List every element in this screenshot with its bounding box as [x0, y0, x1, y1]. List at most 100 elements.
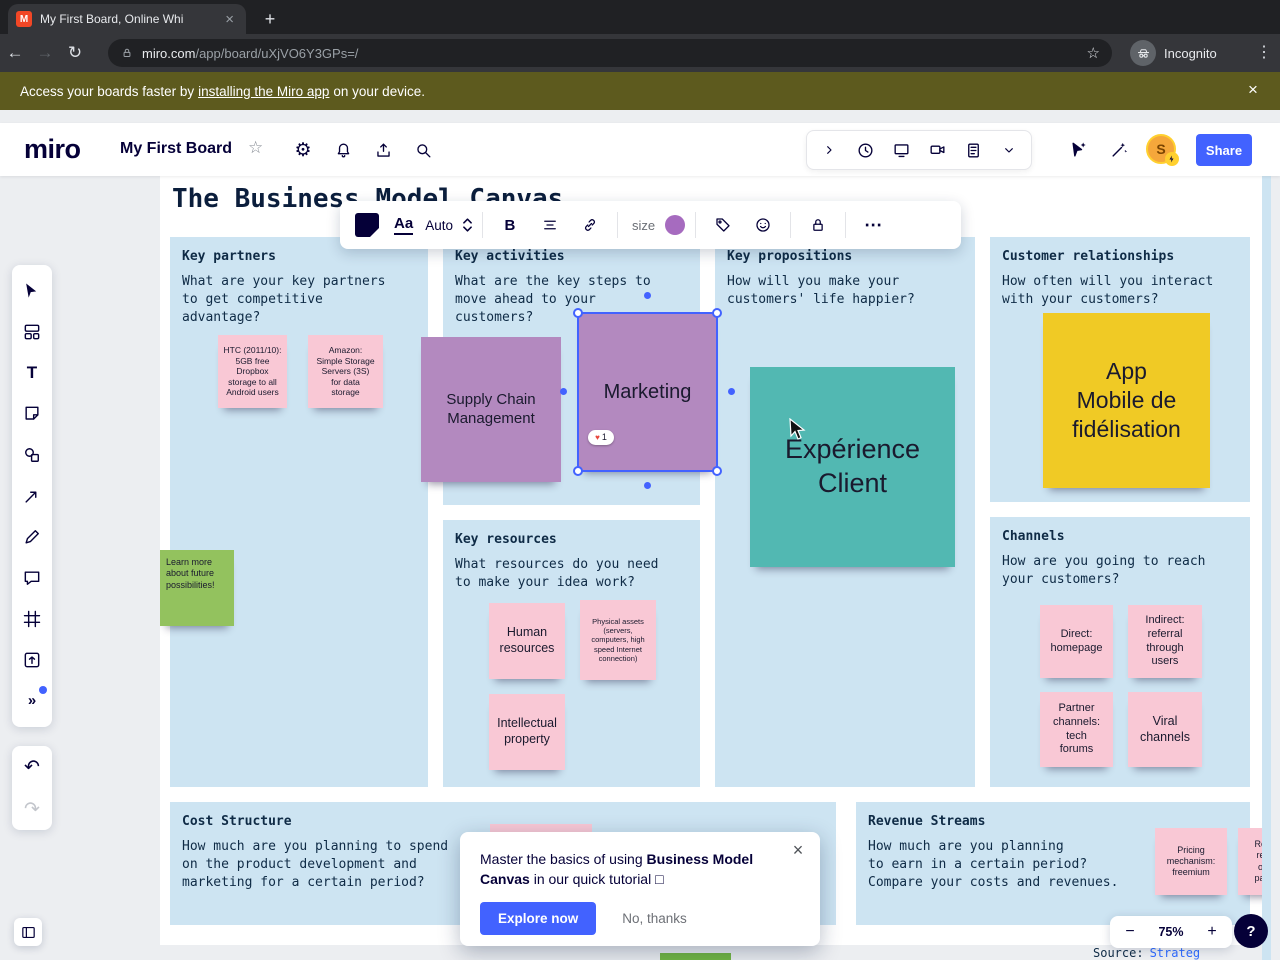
- align-dot-left[interactable]: [560, 388, 567, 395]
- avatar[interactable]: S: [1146, 134, 1179, 166]
- sticky-note-app-mobile[interactable]: App Mobile de fidélisation: [1043, 313, 1210, 488]
- board-title[interactable]: My First Board: [120, 140, 232, 158]
- expand-tools-button[interactable]: [814, 135, 844, 165]
- section-question: How are you going to reach your customer…: [1002, 554, 1206, 587]
- redo-button: [15, 792, 49, 826]
- sticky-note-partner-channels[interactable]: Partner channels: tech forums: [1040, 692, 1113, 767]
- undo-button[interactable]: [15, 750, 49, 784]
- sticky-note-indirect-referral[interactable]: Indirect: referral through users: [1128, 605, 1202, 678]
- reaction-badge[interactable]: 1: [588, 430, 614, 445]
- bold-button[interactable]: B: [493, 208, 527, 242]
- adjacent-board-section: [1262, 176, 1271, 960]
- explore-now-button[interactable]: Explore now: [480, 902, 597, 935]
- sticky-note-amazon[interactable]: Amazon: Simple Storage Servers (3S) for …: [308, 335, 383, 408]
- section-title: Revenue Streams: [868, 814, 986, 829]
- back-icon[interactable]: [0, 43, 30, 63]
- browser-menu-icon[interactable]: [1252, 42, 1276, 62]
- frames-panel-button[interactable]: [14, 918, 42, 946]
- timer-button[interactable]: [850, 135, 880, 165]
- tab-close-icon[interactable]: [221, 11, 238, 28]
- tutorial-popup: Master the basics of using Business Mode…: [460, 832, 820, 946]
- reactions-button[interactable]: [1104, 136, 1134, 164]
- section-key-resources[interactable]: Key resources What resources do you need…: [443, 520, 700, 787]
- sticky-note-viral-channels[interactable]: Viral channels: [1128, 692, 1202, 767]
- sticky-note-learn-more[interactable]: Learn more about future possibilities!: [160, 550, 234, 626]
- lock-icon: [813, 219, 823, 231]
- source-link[interactable]: Strateg: [1150, 946, 1201, 960]
- text-align-icon: [544, 220, 556, 230]
- comment-tool[interactable]: [14, 557, 50, 598]
- align-dot-right[interactable]: [728, 388, 735, 395]
- reload-icon[interactable]: [60, 43, 90, 63]
- font-size-stepper[interactable]: [463, 218, 472, 232]
- zoom-level[interactable]: 75%: [1158, 925, 1183, 939]
- font-style-button[interactable]: Aa: [390, 208, 417, 242]
- zoom-in-button[interactable]: [1202, 923, 1222, 941]
- color-swatch-button[interactable]: [665, 215, 686, 235]
- more-options-button[interactable]: [856, 208, 890, 242]
- tab-title: My First Board, Online Whi: [40, 12, 184, 26]
- select-tool[interactable]: [14, 270, 50, 311]
- board-canvas[interactable]: The Business Model Canvas Key partners W…: [160, 176, 1262, 945]
- sticky-note-direct-homepage[interactable]: Direct: homepage: [1040, 605, 1113, 678]
- more-tools-button[interactable]: [14, 680, 50, 721]
- text-tool[interactable]: T: [14, 352, 50, 393]
- zoom-out-button[interactable]: [1120, 923, 1140, 941]
- templates-tool[interactable]: [14, 311, 50, 352]
- bookmark-star-icon[interactable]: [1087, 44, 1100, 62]
- install-miro-app-link[interactable]: installing the Miro app: [198, 84, 329, 99]
- share-button[interactable]: Share: [1196, 134, 1252, 166]
- note-type-button[interactable]: [350, 208, 384, 242]
- sticky-note-intellectual-property[interactable]: Intellectual property: [489, 694, 565, 770]
- tag-button[interactable]: [706, 208, 740, 242]
- no-thanks-button[interactable]: No, thanks: [622, 911, 687, 926]
- miro-logo[interactable]: miro: [24, 134, 81, 165]
- chevron-up-icon: [463, 218, 472, 224]
- banner-close-icon[interactable]: [1242, 80, 1264, 102]
- align-dot-bottom[interactable]: [644, 482, 651, 489]
- align-dot-top[interactable]: [644, 292, 651, 299]
- upload-tool[interactable]: [14, 639, 50, 680]
- collaborative-cursors-button[interactable]: [1064, 136, 1094, 164]
- sticky-note-supply-chain[interactable]: Supply Chain Management: [421, 337, 561, 482]
- link-icon: [585, 219, 595, 231]
- sticky-note-tool[interactable]: [14, 393, 50, 434]
- sticky-note-human-resources[interactable]: Human resources: [489, 603, 565, 679]
- pen-tool[interactable]: [14, 516, 50, 557]
- url-bar[interactable]: miro.com/app/board/uXjVO6Y3GPs=/: [108, 39, 1112, 67]
- shapes-tool[interactable]: [14, 434, 50, 475]
- export-button[interactable]: [368, 136, 398, 164]
- sticky-note-experience-client[interactable]: Expérience Client: [750, 367, 955, 567]
- frame-tool[interactable]: [14, 598, 50, 639]
- more-tools-button[interactable]: [994, 135, 1024, 165]
- connector-tool[interactable]: [14, 475, 50, 516]
- link-button[interactable]: [573, 208, 607, 242]
- section-key-partners[interactable]: Key partners What are your key partners …: [170, 237, 428, 787]
- notes-button[interactable]: [958, 135, 988, 165]
- sticky-note-physical-assets[interactable]: Physical assets (servers, computers, hig…: [580, 600, 656, 680]
- popup-close-icon[interactable]: [788, 840, 808, 860]
- sticky-note-pricing-mechanism[interactable]: Pricing mechanism: freemium: [1155, 828, 1227, 895]
- search-button[interactable]: [408, 136, 438, 164]
- notifications-button[interactable]: [328, 136, 358, 164]
- browser-tab[interactable]: M My First Board, Online Whi: [8, 4, 246, 34]
- section-title: Key resources: [455, 532, 557, 547]
- section-channels[interactable]: Channels How are you going to reach your…: [990, 517, 1250, 787]
- sticky-note-recurring-revenue[interactable]: Recurring revenue: ongoing payments: [1238, 828, 1262, 895]
- present-button[interactable]: [886, 135, 916, 165]
- favorite-star-icon[interactable]: [248, 138, 263, 158]
- help-button[interactable]: [1234, 914, 1268, 948]
- font-size-mode[interactable]: Auto: [425, 218, 453, 233]
- section-question: What resources do you need to make your …: [455, 557, 659, 590]
- video-chat-button[interactable]: [922, 135, 952, 165]
- new-tab-button[interactable]: [258, 7, 282, 31]
- sticky-note-marketing[interactable]: Marketing 1: [578, 313, 717, 471]
- partial-green-note[interactable]: [660, 953, 731, 960]
- popup-actions: Explore now No, thanks: [480, 902, 800, 935]
- align-button[interactable]: [533, 208, 567, 242]
- settings-button[interactable]: [288, 136, 318, 164]
- sticky-note-context-toolbar: Aa Auto B size: [340, 201, 961, 249]
- emoji-button[interactable]: [746, 208, 780, 242]
- sticky-note-htc[interactable]: HTC (2011/10): 5GB free Dropbox storage …: [218, 335, 287, 408]
- lock-button[interactable]: [801, 208, 835, 242]
